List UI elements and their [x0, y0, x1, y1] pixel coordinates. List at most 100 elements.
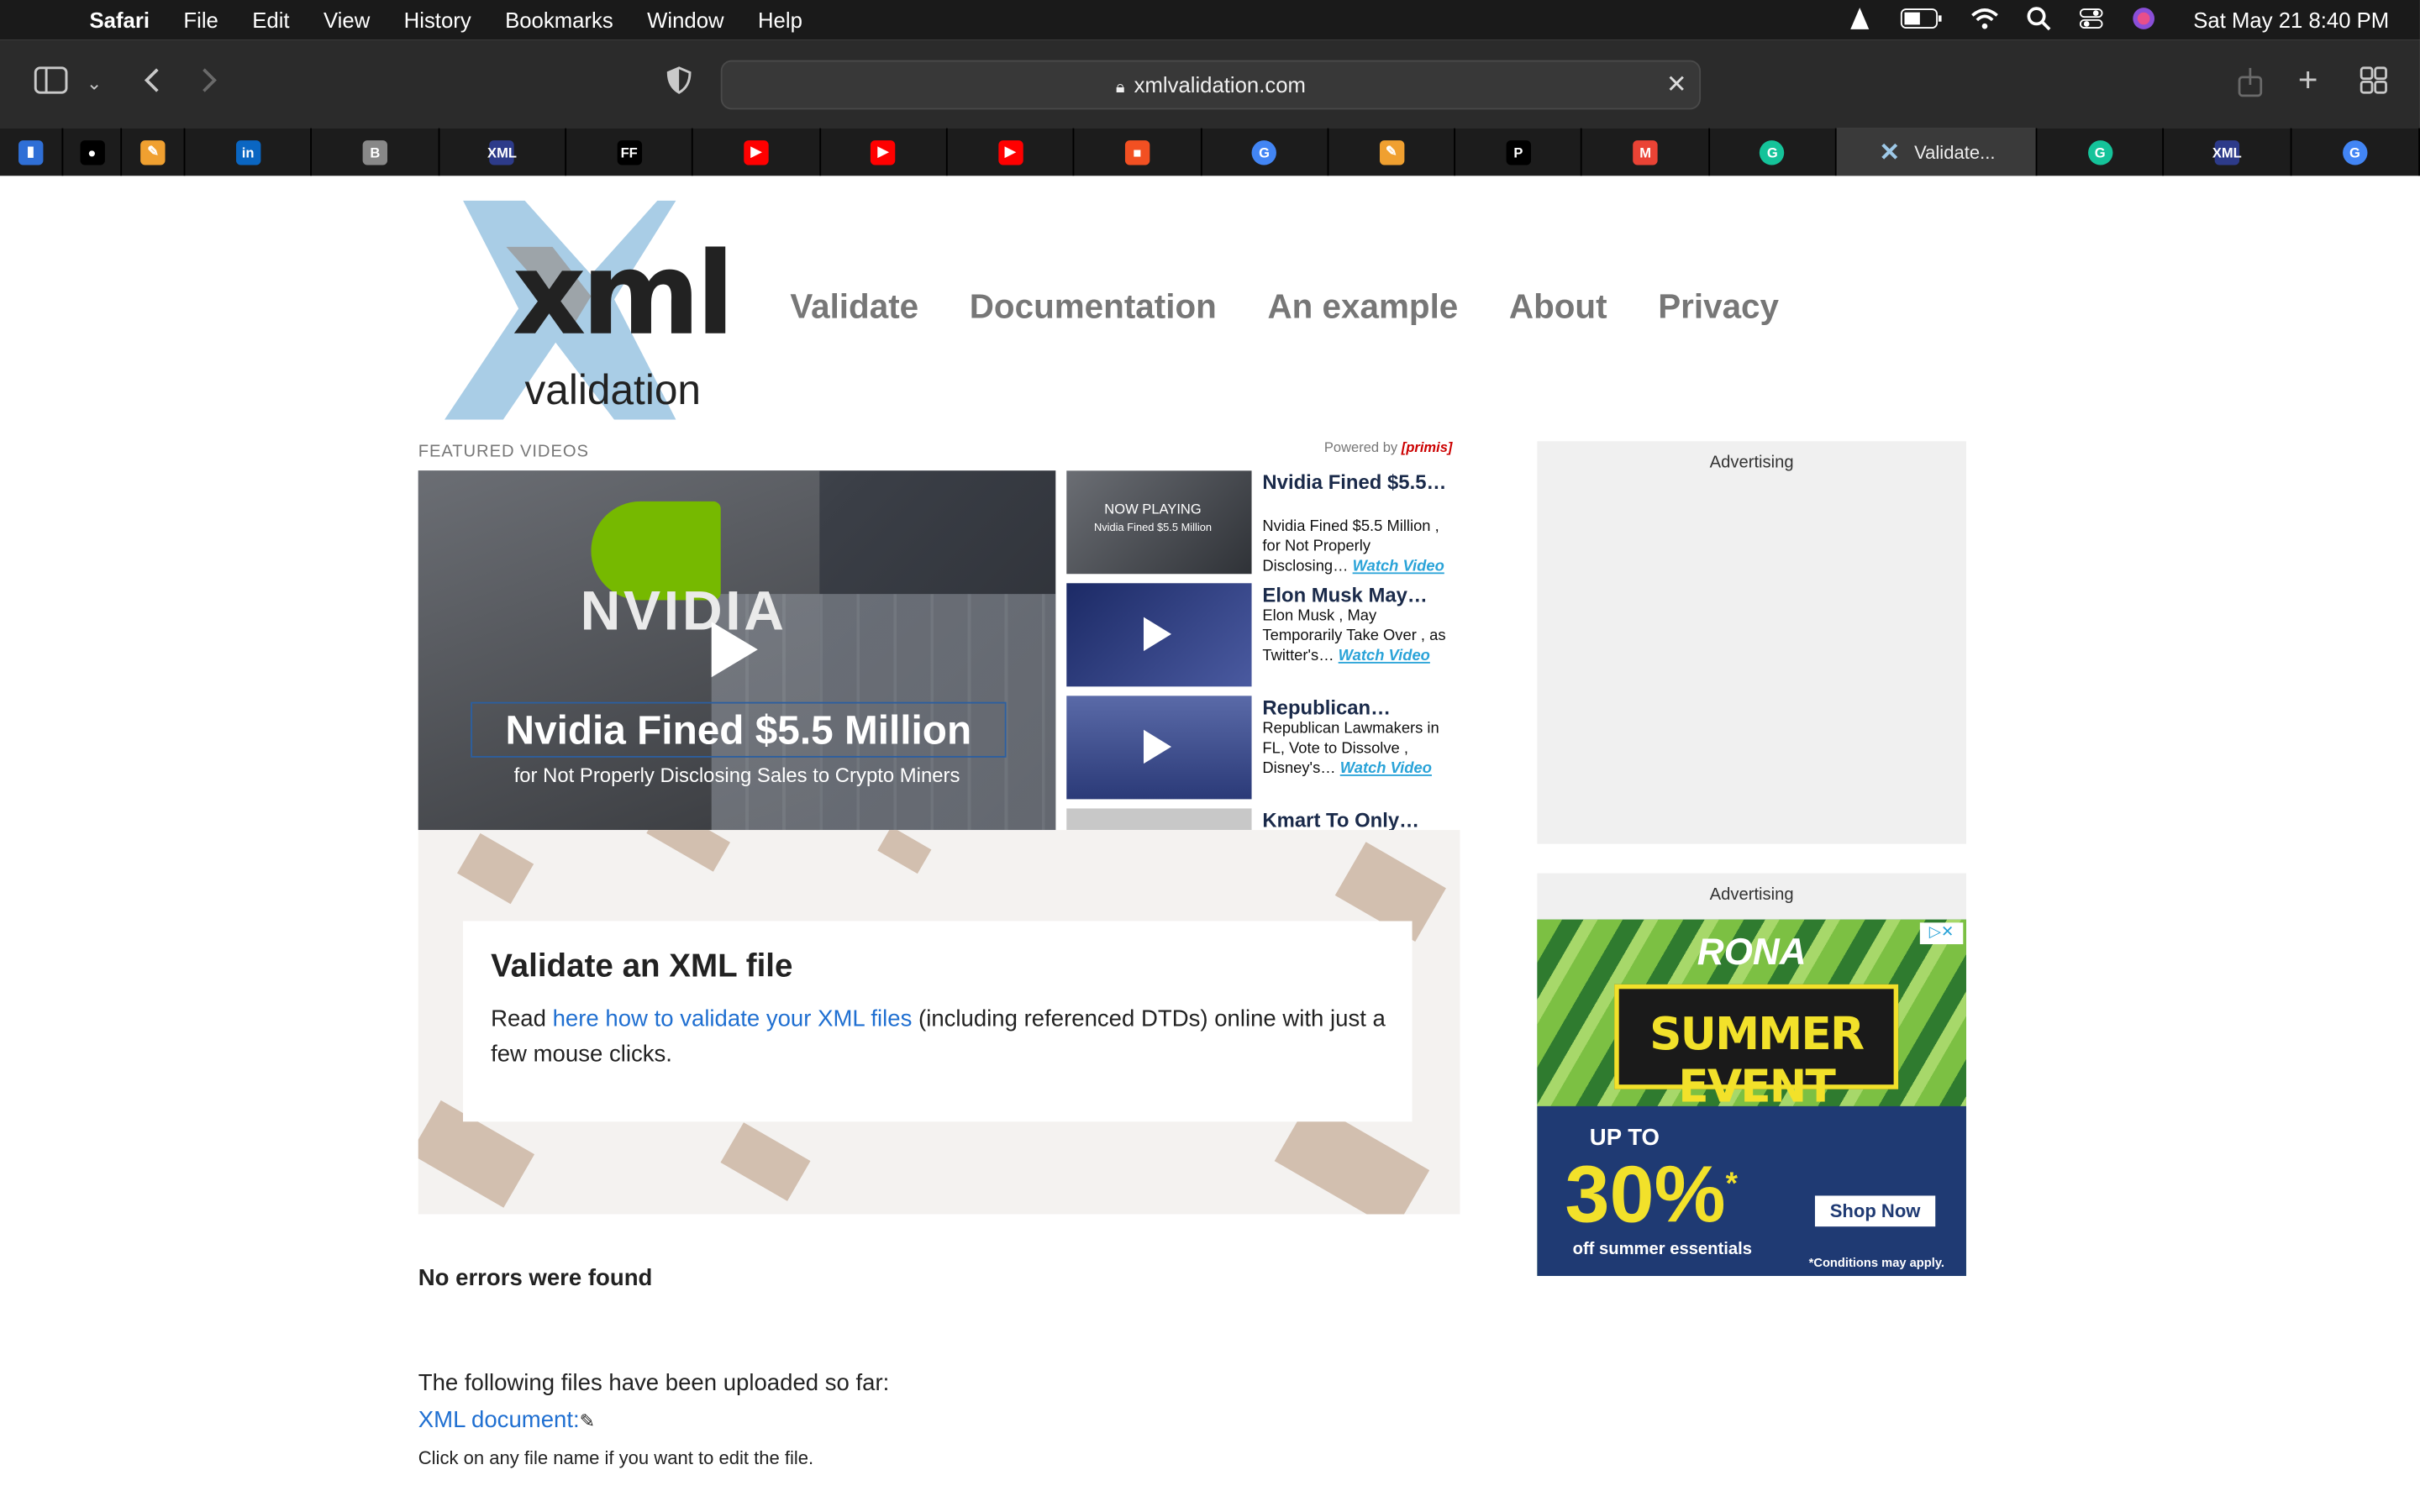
browser-tab[interactable]: G: [2291, 128, 2420, 176]
playlist-item-desc: Nvidia Fined $5.5 Million , for Not Prop…: [1262, 517, 1454, 577]
rona-upto: UP TO: [1589, 1124, 1660, 1152]
chevron-down-icon[interactable]: ⌄: [87, 72, 102, 94]
siri-icon[interactable]: [2132, 5, 2156, 34]
tab-bar: ▮ ● ✎ in B XML FF ▶ ▶ ▶ ■ G ✎ P M G ✕ Validate... G XML G: [0, 128, 2420, 176]
menu-window[interactable]: Window: [647, 8, 723, 32]
watch-video-link[interactable]: Watch Video: [1353, 559, 1444, 575]
browser-tab[interactable]: ▶: [693, 128, 821, 176]
browser-tab[interactable]: XML: [2165, 128, 2291, 176]
pencil-icon: ✎: [579, 1410, 596, 1432]
playlist-item[interactable]: Elon Musk May… Elon Musk , May Temporari…: [1066, 583, 1460, 687]
now-playing-label: NOW PLAYING Nvidia Fined $5.5 Million: [1066, 501, 1239, 537]
browser-tab[interactable]: ▶: [948, 128, 1075, 176]
browser-toolbar: ⌄ 🔒︎ xmlvalidation.com ✕ +: [0, 39, 2420, 129]
bar-chart-icon: ▮: [18, 139, 44, 165]
gmail-icon: M: [1633, 139, 1658, 165]
playstation-icon: P: [1506, 139, 1531, 165]
browser-tab[interactable]: G: [1710, 128, 1837, 176]
now-playing-text: NOW PLAYING: [1104, 501, 1202, 517]
playlist-item-title[interactable]: Elon Musk May…: [1262, 583, 1460, 606]
sidebar-toggle-icon[interactable]: [34, 66, 68, 102]
ad-slot-top[interactable]: Advertising: [1537, 441, 1966, 844]
privacy-shield-icon[interactable]: [666, 66, 692, 102]
browser-tab[interactable]: ✎: [1328, 128, 1456, 176]
clear-url-icon[interactable]: ✕: [1666, 70, 1687, 101]
browser-tab[interactable]: XML: [439, 128, 567, 176]
menubar-clock[interactable]: Sat May 21 8:40 PM: [2193, 8, 2389, 32]
watch-video-link[interactable]: Watch Video: [1340, 760, 1432, 777]
browser-tab[interactable]: ▶: [820, 128, 948, 176]
menu-view[interactable]: View: [324, 8, 370, 32]
nav-documentation[interactable]: Documentation: [970, 287, 1217, 328]
youtube-icon: ▶: [871, 139, 896, 165]
youtube-icon: ▶: [744, 139, 769, 165]
browser-tab[interactable]: M: [1582, 128, 1710, 176]
browser-tab[interactable]: ▮: [0, 128, 63, 176]
playlist-item[interactable]: NOW PLAYING Nvidia Fined $5.5 Million Nvi…: [1066, 470, 1460, 577]
playlist-item-title[interactable]: Republican…: [1262, 696, 1460, 719]
summer-event-box: SUMMER EVENT: [1614, 984, 1899, 1112]
powered-by[interactable]: Powered by [primis]: [1324, 439, 1453, 454]
logo-validation-text: validation: [524, 367, 702, 414]
video-player[interactable]: NVIDIA Nvidia Fined $5.5 Million for Not…: [418, 470, 1056, 831]
nav-about[interactable]: About: [1509, 287, 1607, 328]
menu-help[interactable]: Help: [758, 8, 802, 32]
shop-now-button[interactable]: Shop Now: [1814, 1195, 1936, 1227]
xml-icon: XML: [2212, 139, 2242, 165]
menu-safari[interactable]: Safari: [90, 8, 150, 32]
rona-discount-value: 30%: [1565, 1151, 1726, 1241]
lock-icon: 🔒︎: [1115, 78, 1125, 97]
menu-file[interactable]: File: [183, 8, 218, 32]
browser-tab[interactable]: P: [1455, 128, 1583, 176]
site-logo[interactable]: xml validation: [444, 200, 738, 420]
playlist-item[interactable]: Kmart To Only…: [1066, 808, 1460, 831]
menu-history[interactable]: History: [404, 8, 471, 32]
playlist-item-title[interactable]: Kmart To Only…: [1262, 808, 1460, 830]
share-icon[interactable]: [2238, 66, 2263, 105]
browser-tab[interactable]: in: [185, 128, 313, 176]
youtube-icon: ▶: [997, 139, 1023, 165]
battery-icon[interactable]: [1900, 7, 1943, 33]
adchoices-icon[interactable]: ▷✕: [1919, 922, 1964, 945]
watch-video-link[interactable]: Watch Video: [1339, 648, 1430, 664]
linkedin-icon: in: [235, 139, 260, 165]
rona-ad[interactable]: RONA SUMMER EVENT ▷✕ UP TO 30%* off summ…: [1537, 919, 1966, 1276]
forward-icon[interactable]: [201, 66, 219, 102]
browser-tab[interactable]: G: [1202, 128, 1329, 176]
play-icon[interactable]: [711, 622, 758, 678]
browser-tab[interactable]: ●: [63, 128, 123, 176]
nav-privacy[interactable]: Privacy: [1658, 287, 1779, 328]
menubar-menus: Safari File Edit View History Bookmarks …: [90, 0, 837, 40]
featured-videos-label: FEATURED VIDEOS: [418, 443, 589, 462]
browser-tab[interactable]: ✕ Validate...: [1836, 128, 2038, 176]
validate-card: Validate an XML file Read here how to va…: [463, 921, 1413, 1122]
vlc-icon[interactable]: [1848, 5, 1872, 34]
menu-edit[interactable]: Edit: [252, 8, 289, 32]
how-to-validate-link[interactable]: here how to validate your XML files: [553, 1006, 913, 1032]
tab-overview-icon[interactable]: [2360, 66, 2387, 102]
nav-an-example[interactable]: An example: [1267, 287, 1458, 328]
browser-tab[interactable]: FF: [566, 128, 694, 176]
summer-event-text: SUMMER EVENT: [1649, 1007, 1865, 1113]
browser-tab[interactable]: B: [313, 128, 439, 176]
uploaded-files-heading: The following files have been uploaded s…: [418, 1369, 890, 1397]
browser-tab[interactable]: ■: [1075, 128, 1202, 176]
nav-validate[interactable]: Validate: [790, 287, 918, 328]
address-bar[interactable]: 🔒︎ xmlvalidation.com ✕: [720, 60, 1702, 110]
browser-tab[interactable]: ✎: [123, 128, 186, 176]
control-center-icon[interactable]: [2079, 5, 2103, 34]
wifi-icon[interactable]: [1971, 7, 1999, 33]
advertising-label: Advertising: [1709, 885, 1794, 905]
browser-tab[interactable]: G: [2037, 128, 2165, 176]
xml-icon: XML: [487, 139, 517, 165]
new-tab-icon[interactable]: +: [2298, 60, 2318, 101]
spotlight-search-icon[interactable]: [2027, 5, 2051, 34]
back-icon[interactable]: [142, 66, 160, 102]
address-text-wrap: 🔒︎ xmlvalidation.com: [723, 72, 1700, 98]
ad-slot-rona[interactable]: Advertising RONA SUMMER EVENT ▷✕ UP TO 3…: [1537, 873, 1966, 1276]
playlist-item[interactable]: Republican… Republican Lawmakers in FL, …: [1066, 696, 1460, 800]
menu-bookmarks[interactable]: Bookmarks: [505, 8, 613, 32]
playlist-item-title[interactable]: Nvidia Fined $5.5…: [1262, 470, 1460, 494]
rona-logo: RONA: [1697, 932, 1807, 974]
xml-document-link[interactable]: XML document:✎: [418, 1407, 595, 1433]
